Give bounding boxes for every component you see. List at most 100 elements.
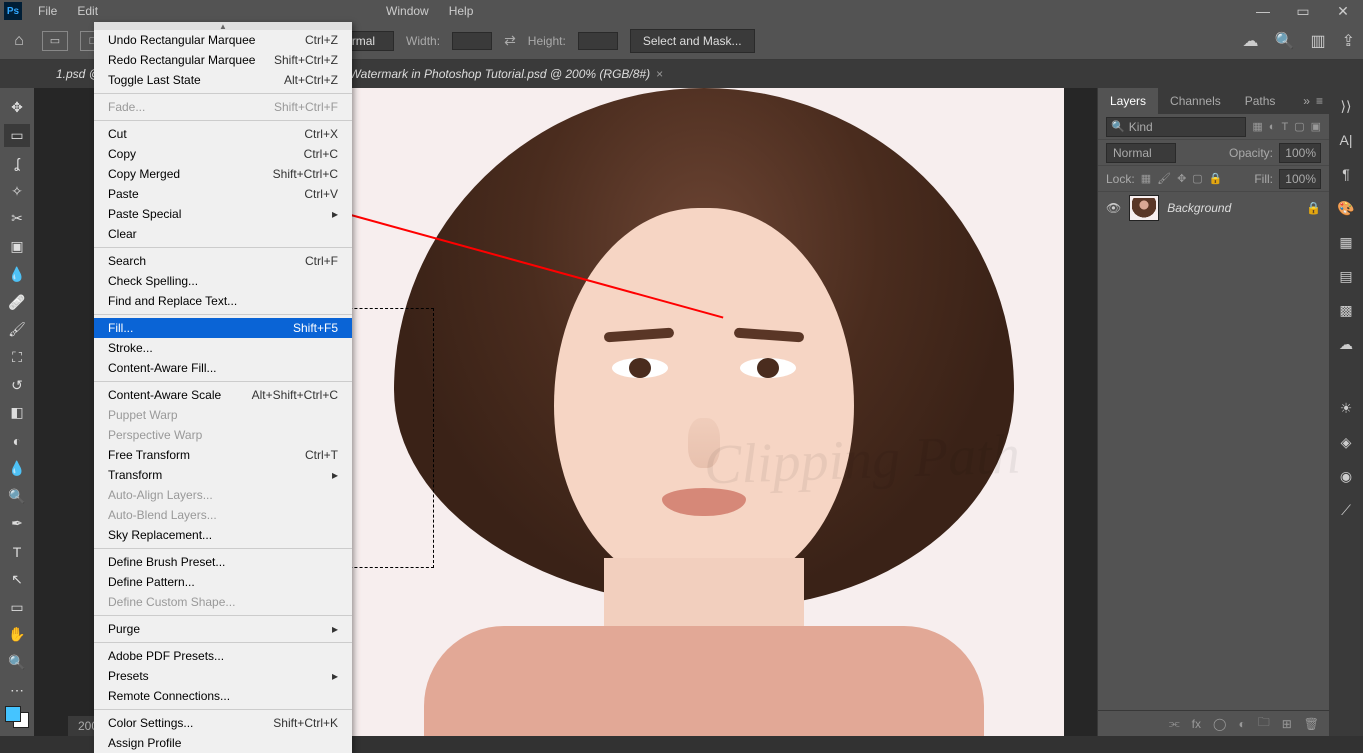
lock-transparent-icon[interactable]: ▦: [1141, 172, 1151, 185]
select-and-mask-button[interactable]: Select and Mask...: [630, 29, 755, 53]
menu-item-copy[interactable]: CopyCtrl+C: [94, 144, 352, 164]
character-panel-icon[interactable]: A|: [1336, 130, 1356, 150]
menu-item-paste-special[interactable]: Paste Special▸: [94, 204, 352, 224]
menu-item-transform[interactable]: Transform▸: [94, 465, 352, 485]
maximize-button[interactable]: ▭: [1283, 0, 1323, 22]
menu-item-presets[interactable]: Presets▸: [94, 666, 352, 686]
layer-row-background[interactable]: 👁 Background 🔒: [1098, 192, 1329, 224]
visibility-icon[interactable]: 👁: [1106, 201, 1121, 215]
dodge-tool[interactable]: 🔍: [4, 484, 30, 508]
blur-tool[interactable]: 💧: [4, 457, 30, 481]
layer-mask-icon[interactable]: ◯: [1213, 717, 1226, 731]
menu-item-undo-rectangular-marquee[interactable]: Undo Rectangular MarqueeCtrl+Z: [94, 30, 352, 50]
blend-mode-select[interactable]: Normal: [1106, 143, 1176, 163]
document-canvas[interactable]: Clipping Path: [344, 88, 1064, 736]
delete-layer-icon[interactable]: 🗑: [1304, 717, 1319, 731]
swap-dimensions-icon[interactable]: ⇄: [504, 32, 516, 49]
expand-dock-icon[interactable]: ⟩⟩: [1336, 96, 1356, 116]
height-input[interactable]: [578, 32, 618, 50]
cloud-user-icon[interactable]: ☁: [1243, 31, 1259, 51]
move-tool[interactable]: ✥: [4, 96, 30, 120]
path-select-tool[interactable]: ↖: [4, 567, 30, 591]
layer-name[interactable]: Background: [1167, 201, 1298, 215]
filter-adjust-icon[interactable]: ◐: [1269, 121, 1276, 133]
menu-item-assign-profile[interactable]: Assign Profile: [94, 733, 352, 753]
menu-window[interactable]: Window: [376, 0, 439, 22]
panel-menu-icon[interactable]: ≡: [1316, 94, 1323, 108]
menu-item-redo-rectangular-marquee[interactable]: Redo Rectangular MarqueeShift+Ctrl+Z: [94, 50, 352, 70]
tab-channels[interactable]: Channels: [1158, 88, 1233, 114]
healing-tool[interactable]: 🩹: [4, 290, 30, 314]
panel-collapse-icon[interactable]: »: [1303, 94, 1310, 108]
filter-smart-icon[interactable]: ▣: [1311, 120, 1321, 133]
menu-scroll-up[interactable]: ▲: [94, 22, 352, 30]
libraries-panel-icon[interactable]: ☁: [1336, 334, 1356, 354]
menu-item-fill[interactable]: Fill...Shift+F5: [94, 318, 352, 338]
eraser-tool[interactable]: ◧: [4, 401, 30, 425]
close-tab-icon[interactable]: ×: [656, 60, 663, 88]
current-tool-icon[interactable]: ▭: [42, 31, 68, 51]
channels-panel-icon[interactable]: ◉: [1336, 466, 1356, 486]
fg-color-swatch[interactable]: [5, 706, 21, 722]
pen-tool[interactable]: ✒: [4, 512, 30, 536]
history-brush-tool[interactable]: ↺: [4, 373, 30, 397]
menu-item-remote-connections[interactable]: Remote Connections...: [94, 686, 352, 706]
marquee-tool[interactable]: ▭: [4, 124, 30, 148]
width-input[interactable]: [452, 32, 492, 50]
menu-item-copy-merged[interactable]: Copy MergedShift+Ctrl+C: [94, 164, 352, 184]
search-icon[interactable]: 🔍: [1275, 31, 1295, 51]
tab-layers[interactable]: Layers: [1098, 88, 1158, 114]
patterns-panel-icon[interactable]: ▩: [1336, 300, 1356, 320]
opacity-input[interactable]: 100%: [1279, 143, 1321, 163]
menu-item-stroke[interactable]: Stroke...: [94, 338, 352, 358]
gradient-tool[interactable]: ◐: [4, 429, 30, 453]
doc-tab-2[interactable]: ove Watermark in Photoshop Tutorial.psd …: [319, 60, 671, 88]
filter-type-icon[interactable]: T: [1281, 121, 1288, 133]
lock-position-icon[interactable]: ✥: [1177, 172, 1186, 185]
tab-paths[interactable]: Paths: [1233, 88, 1288, 114]
menu-item-free-transform[interactable]: Free TransformCtrl+T: [94, 445, 352, 465]
menu-item-purge[interactable]: Purge▸: [94, 619, 352, 639]
menu-help[interactable]: Help: [439, 0, 484, 22]
stamp-tool[interactable]: ⛶: [4, 346, 30, 370]
group-icon[interactable]: 🗀: [1258, 713, 1270, 734]
menu-item-search[interactable]: SearchCtrl+F: [94, 251, 352, 271]
paragraph-panel-icon[interactable]: ¶: [1336, 164, 1356, 184]
adjustments-panel-icon[interactable]: ☀: [1336, 398, 1356, 418]
swatches-panel-icon[interactable]: ▦: [1336, 232, 1356, 252]
menu-item-adobe-pdf-presets[interactable]: Adobe PDF Presets...: [94, 646, 352, 666]
menu-item-define-pattern[interactable]: Define Pattern...: [94, 572, 352, 592]
lock-paint-icon[interactable]: 🖌: [1157, 172, 1171, 185]
lock-icon[interactable]: 🔒: [1306, 201, 1321, 215]
menu-item-toggle-last-state[interactable]: Toggle Last StateAlt+Ctrl+Z: [94, 70, 352, 90]
gradients-panel-icon[interactable]: ▤: [1336, 266, 1356, 286]
menu-item-cut[interactable]: CutCtrl+X: [94, 124, 352, 144]
edit-toolbar[interactable]: ⋯: [4, 678, 30, 702]
share-icon[interactable]: ⇪: [1342, 31, 1355, 51]
menu-item-color-settings[interactable]: Color Settings...Shift+Ctrl+K: [94, 713, 352, 733]
workspace-icon[interactable]: ▥: [1310, 31, 1325, 51]
layers-stack-icon[interactable]: ◈: [1336, 432, 1356, 452]
menu-item-content-aware-scale[interactable]: Content-Aware ScaleAlt+Shift+Ctrl+C: [94, 385, 352, 405]
lock-artboard-icon[interactable]: ▢: [1192, 172, 1202, 185]
lasso-tool[interactable]: ʆ: [4, 151, 30, 175]
fill-input[interactable]: 100%: [1279, 169, 1321, 189]
menu-item-paste[interactable]: PasteCtrl+V: [94, 184, 352, 204]
frame-tool[interactable]: ▣: [4, 235, 30, 259]
magic-wand-tool[interactable]: ✧: [4, 179, 30, 203]
menu-item-check-spelling[interactable]: Check Spelling...: [94, 271, 352, 291]
menu-item-content-aware-fill[interactable]: Content-Aware Fill...: [94, 358, 352, 378]
color-swatches[interactable]: [5, 706, 29, 728]
menu-item-sky-replacement[interactable]: Sky Replacement...: [94, 525, 352, 545]
eyedropper-tool[interactable]: 💧: [4, 262, 30, 286]
hand-tool[interactable]: ✋: [4, 623, 30, 647]
close-button[interactable]: ✕: [1323, 0, 1363, 22]
link-layers-icon[interactable]: ⫘: [1169, 716, 1180, 731]
new-layer-icon[interactable]: ⊞: [1282, 717, 1292, 731]
zoom-tool[interactable]: 🔍: [4, 651, 30, 675]
menu-edit[interactable]: Edit: [67, 0, 108, 22]
minimize-button[interactable]: —: [1243, 0, 1283, 22]
type-tool[interactable]: T: [4, 540, 30, 564]
paths-panel-icon[interactable]: ⟋: [1336, 500, 1356, 520]
layer-fx-icon[interactable]: fx: [1192, 717, 1201, 731]
